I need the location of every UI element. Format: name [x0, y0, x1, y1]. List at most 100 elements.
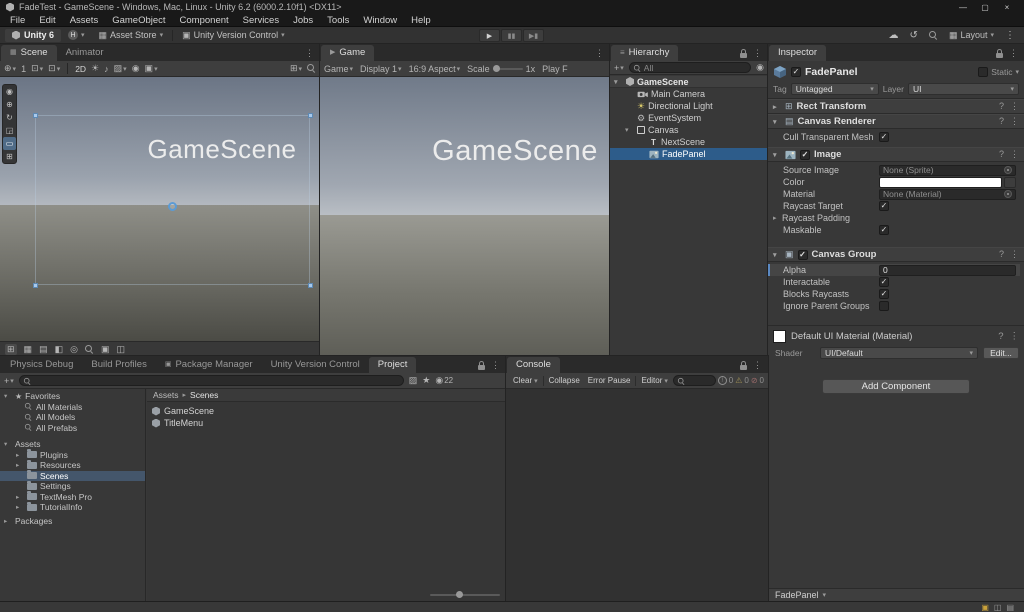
- create-asset-button[interactable]: +▾: [4, 376, 14, 386]
- collapse-toggle[interactable]: Collapse: [546, 376, 583, 385]
- rect-snap-icon[interactable]: ⊞: [5, 344, 17, 355]
- asset-gamescene[interactable]: GameScene: [147, 405, 506, 417]
- overlay-toggle-icon[interactable]: ◫: [116, 344, 125, 355]
- cull-transparent-mesh-checkbox[interactable]: ✓: [879, 132, 889, 142]
- menu-help[interactable]: Help: [404, 14, 438, 27]
- object-picker-icon[interactable]: [1004, 190, 1012, 198]
- layout-dropdown[interactable]: ▦ Layout ▾: [949, 30, 994, 41]
- favorite-all-prefabs[interactable]: All Prefabs: [0, 423, 145, 434]
- scene-effects-dropdown[interactable]: ▨▾: [114, 63, 127, 74]
- kebab-menu-icon[interactable]: ⋮: [1010, 101, 1019, 112]
- hierarchy-search-input[interactable]: [644, 63, 750, 73]
- kebab-menu-icon[interactable]: ⋮: [753, 48, 762, 59]
- scene-viewport[interactable]: GameScene ◉ ⊕ ↻ ◲ ▭ ⊞: [0, 77, 320, 341]
- lock-icon[interactable]: [996, 53, 1003, 58]
- favorites-star-icon[interactable]: ★: [422, 375, 430, 386]
- icon-size-slider[interactable]: [430, 594, 500, 596]
- component-image[interactable]: ▾ ✓ Image ?⋮: [768, 147, 1024, 162]
- console-search-input[interactable]: [688, 376, 715, 386]
- assets-root[interactable]: ▾ Assets: [0, 439, 145, 450]
- favorites-root[interactable]: ▾ ★ Favorites: [0, 391, 145, 402]
- error-count[interactable]: ⊘0: [751, 376, 764, 385]
- tool-handle-dropdown[interactable]: ⊕▾: [4, 63, 16, 74]
- scale-slider[interactable]: Scale 1x: [467, 64, 535, 74]
- rotate-tool-button[interactable]: ↻: [3, 111, 16, 124]
- folder-tutorialinfo[interactable]: ▸TutorialInfo: [0, 502, 145, 513]
- menu-edit[interactable]: Edit: [32, 14, 62, 27]
- blocks-raycasts-checkbox[interactable]: ✓: [879, 289, 889, 299]
- editor-dropdown[interactable]: Editor▾: [638, 376, 670, 385]
- foldout-icon[interactable]: ▸: [4, 517, 12, 525]
- folder-textmesh-pro[interactable]: ▸TextMesh Pro: [0, 492, 145, 503]
- foldout-icon[interactable]: ▾: [614, 78, 623, 86]
- step-button[interactable]: ▶▮: [523, 29, 544, 42]
- hierarchy-item-main-camera[interactable]: Main Camera: [610, 88, 768, 100]
- kebab-menu-icon[interactable]: ⋮: [1010, 116, 1019, 127]
- component-canvas-renderer[interactable]: ▾ ▤ Canvas Renderer ?⋮: [768, 114, 1024, 129]
- layer-dropdown[interactable]: UI▾: [908, 83, 1019, 95]
- eyedropper-icon[interactable]: [1004, 177, 1016, 188]
- foldout-icon[interactable]: ▸: [16, 503, 24, 511]
- warning-count[interactable]: ⚠0: [735, 376, 749, 385]
- foldout-icon[interactable]: ▾: [773, 251, 781, 259]
- menu-assets[interactable]: Assets: [63, 14, 106, 27]
- pivot-rotation-dropdown[interactable]: ⊡▾: [48, 63, 60, 74]
- search-by-type-icon[interactable]: ▨: [409, 375, 418, 386]
- menu-services[interactable]: Services: [236, 14, 286, 27]
- folder-scenes[interactable]: Scenes: [0, 471, 145, 482]
- kebab-menu-icon[interactable]: ⋮: [1010, 249, 1019, 260]
- cloud-icon[interactable]: ☁: [889, 30, 899, 41]
- scale-slider-track[interactable]: [493, 68, 523, 70]
- kebab-menu-icon[interactable]: ⋮: [1010, 149, 1019, 160]
- gizmos-dropdown[interactable]: ⊞▾: [290, 63, 302, 74]
- undo-history-icon[interactable]: ↺: [910, 30, 918, 41]
- pivot-handle[interactable]: [168, 202, 177, 211]
- surface-snap-icon[interactable]: ▤: [39, 344, 48, 355]
- help-icon[interactable]: ?: [999, 116, 1004, 127]
- raycast-padding-row[interactable]: ▸ Raycast Padding: [768, 212, 1020, 224]
- tag-dropdown[interactable]: Untagged▾: [791, 83, 879, 95]
- game-view-menu[interactable]: Game▾: [324, 64, 353, 74]
- foldout-icon[interactable]: ▸: [16, 493, 24, 501]
- folder-plugins[interactable]: ▸Plugins: [0, 450, 145, 461]
- error-pause-toggle[interactable]: Error Pause: [585, 376, 634, 385]
- edit-shader-button[interactable]: Edit...: [983, 347, 1019, 359]
- kebab-menu-icon[interactable]: ⋮: [1005, 30, 1015, 41]
- foldout-icon[interactable]: ▾: [773, 151, 781, 159]
- tab-animator[interactable]: Animator: [57, 45, 113, 61]
- rect-tool-button[interactable]: ▭: [3, 137, 16, 150]
- tab-hierarchy[interactable]: ≡ Hierarchy: [611, 45, 678, 61]
- hierarchy-search[interactable]: [629, 62, 751, 73]
- hierarchy-item-directional-light[interactable]: ☀ Directional Light: [610, 100, 768, 112]
- tab-package-manager[interactable]: ▣ Package Manager: [156, 357, 262, 373]
- menu-window[interactable]: Window: [356, 14, 404, 27]
- scene-visibility-eye[interactable]: ◉: [132, 63, 140, 74]
- menu-gameobject[interactable]: GameObject: [105, 14, 172, 27]
- gizmo-toggle-icon[interactable]: ▣: [101, 344, 110, 355]
- source-image-field[interactable]: None (Sprite): [879, 165, 1016, 176]
- folder-resources[interactable]: ▸Resources: [0, 460, 145, 471]
- display-dropdown[interactable]: Display 1▾: [360, 64, 402, 74]
- play-button[interactable]: ▶: [479, 29, 500, 42]
- kebab-menu-icon[interactable]: ⋮: [1009, 48, 1018, 59]
- selection-handle[interactable]: [308, 283, 313, 288]
- foldout-icon[interactable]: ▾: [4, 392, 12, 400]
- selection-handle[interactable]: [308, 113, 313, 118]
- tab-console[interactable]: Console: [507, 357, 560, 373]
- icon-size-slider-thumb[interactable]: [456, 591, 463, 598]
- raycast-target-checkbox[interactable]: ✓: [879, 201, 889, 211]
- scale-slider-thumb[interactable]: [493, 65, 500, 72]
- static-dropdown[interactable]: Static ▾: [978, 67, 1019, 77]
- active-checkbox[interactable]: ✓: [791, 67, 801, 77]
- foldout-icon[interactable]: ▾: [625, 126, 634, 134]
- lock-icon[interactable]: [478, 365, 485, 370]
- tab-unity-version-control[interactable]: Unity Version Control: [262, 357, 369, 373]
- foldout-icon[interactable]: ▸: [16, 461, 24, 469]
- scene-audio-toggle[interactable]: ♪: [104, 64, 109, 74]
- tab-physics-debug[interactable]: Physics Debug: [1, 357, 82, 373]
- scale-tool-button[interactable]: ◲: [3, 124, 16, 137]
- object-picker-icon[interactable]: [1004, 166, 1012, 174]
- component-canvas-group[interactable]: ▾ ▣ ✓ Canvas Group ?⋮: [768, 247, 1024, 262]
- status-cache-icon[interactable]: ◫: [994, 603, 1002, 612]
- ignore-parent-groups-checkbox[interactable]: [879, 301, 889, 311]
